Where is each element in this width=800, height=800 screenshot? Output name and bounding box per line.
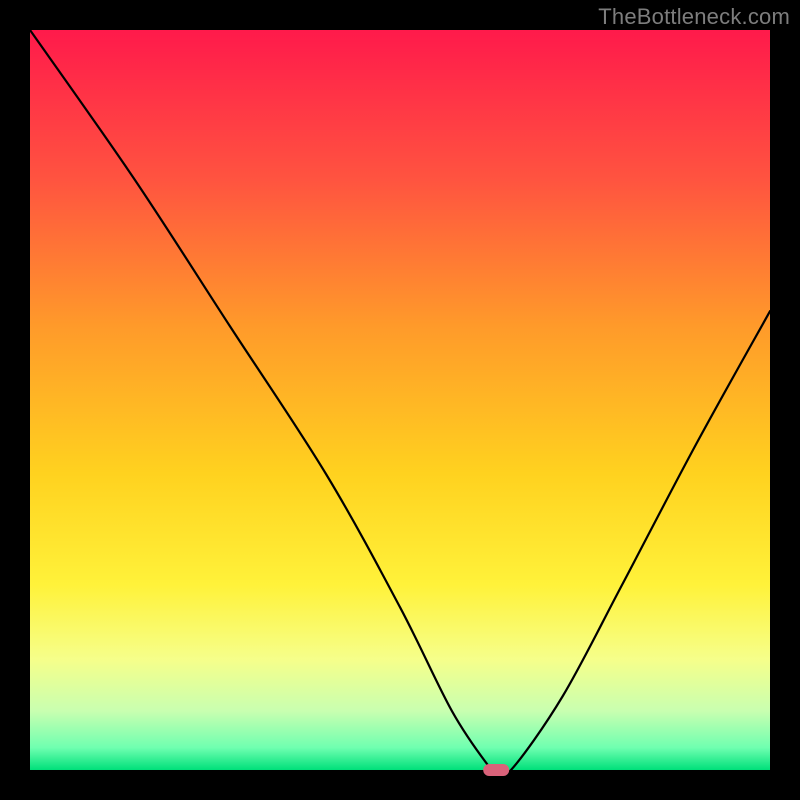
- chart-container: TheBottleneck.com: [0, 0, 800, 800]
- chart-plot-background: [30, 30, 770, 770]
- watermark-text: TheBottleneck.com: [598, 4, 790, 30]
- bottleneck-chart: [0, 0, 800, 800]
- optimal-marker: [483, 764, 509, 776]
